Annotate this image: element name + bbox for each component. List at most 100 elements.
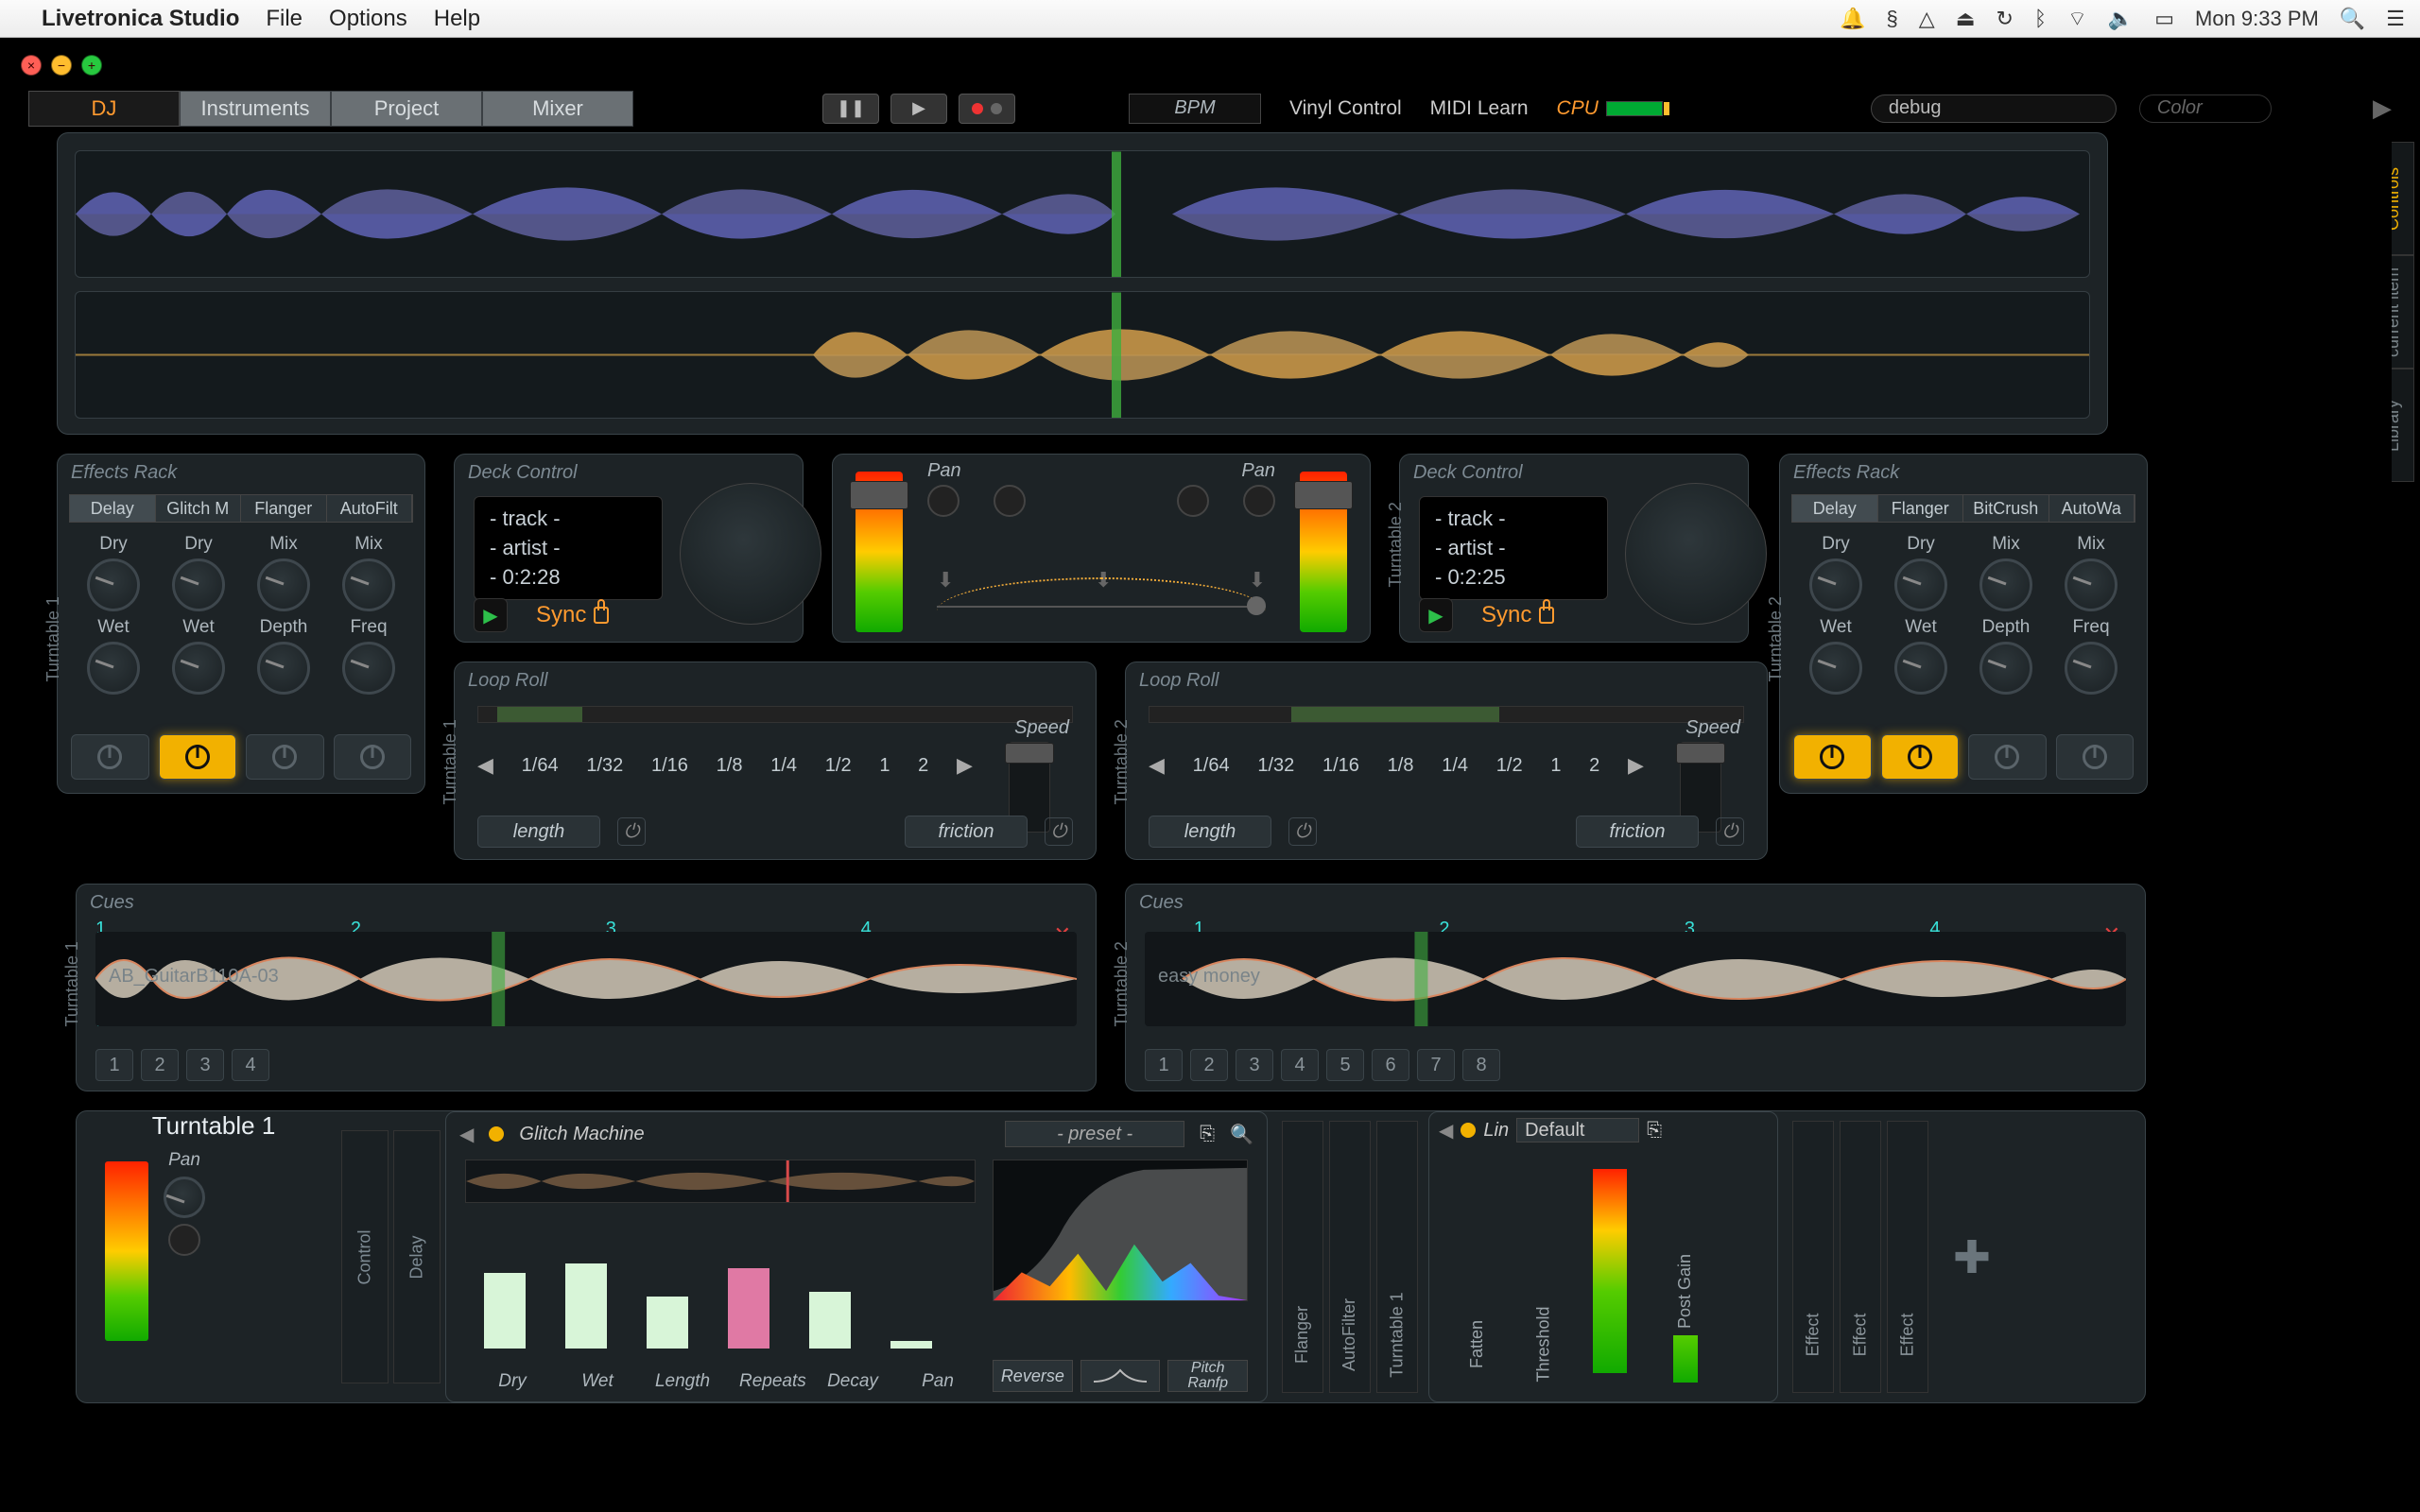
fx2-knob-8[interactable]	[2065, 642, 2118, 695]
loop1-length-power[interactable]: ⏻	[617, 817, 646, 846]
tab-mixer[interactable]: Mixer	[482, 91, 633, 127]
waveform-deck2[interactable]	[75, 291, 2090, 419]
bar-dry[interactable]	[484, 1273, 526, 1349]
bar-pan[interactable]	[890, 1341, 932, 1349]
cue2-btn-8[interactable]: 8	[1462, 1049, 1500, 1081]
midi-learn[interactable]: MIDI Learn	[1430, 97, 1529, 120]
loop1-length-btn[interactable]: length	[477, 816, 600, 848]
fx2-tab-bitcrush[interactable]: BitCrush	[1963, 495, 2049, 522]
cue1-btn-2[interactable]: 2	[141, 1049, 179, 1081]
fx1-power-1[interactable]	[71, 734, 149, 780]
deck2-play[interactable]: ▶	[1419, 598, 1453, 632]
loop-1-8[interactable]: 1/8	[717, 755, 743, 777]
cue2-btn-6[interactable]: 6	[1372, 1049, 1409, 1081]
fx2-knob-4[interactable]	[2065, 558, 2118, 611]
loop-1-4[interactable]: 1/4	[770, 755, 797, 777]
delay-strip[interactable]: Delay	[393, 1130, 441, 1383]
glitch-prev[interactable]: ◀	[459, 1123, 474, 1146]
fx-tab-flanger[interactable]: Flanger	[241, 495, 327, 522]
pan-knob-2[interactable]	[1243, 485, 1275, 517]
loop-1-16[interactable]: 1/16	[651, 755, 688, 777]
cue1-btn-1[interactable]: 1	[95, 1049, 133, 1081]
add-effect-button[interactable]: ✚	[1948, 1234, 1996, 1281]
loop2-length-power[interactable]: ⏻	[1288, 817, 1317, 846]
loop-1-64[interactable]: 1/64	[522, 755, 559, 777]
fx2-knob-1[interactable]	[1809, 558, 1862, 611]
jog-wheel-1[interactable]	[680, 483, 821, 625]
zoom-window[interactable]: +	[81, 55, 102, 76]
airplay-icon[interactable]: ⏏	[1956, 7, 1976, 31]
preset-save-icon[interactable]: ⎘	[1200, 1124, 1215, 1145]
limiter-power-icon[interactable]	[1461, 1123, 1476, 1138]
wifi-icon[interactable]: ⌔	[2067, 6, 2087, 32]
glitch-waveform[interactable]	[465, 1160, 976, 1203]
play-button[interactable]: ▶	[890, 94, 947, 124]
record-button[interactable]	[959, 94, 1015, 124]
fx1-power-2[interactable]	[159, 734, 237, 780]
control-strip[interactable]: Control	[341, 1130, 389, 1383]
glitch-power-icon[interactable]	[489, 1126, 504, 1142]
menu-file[interactable]: File	[266, 6, 302, 32]
tab-dj[interactable]: DJ	[28, 91, 180, 127]
tab-project[interactable]: Project	[331, 91, 482, 127]
knob-dry-2[interactable]	[172, 558, 225, 611]
close-window[interactable]: ×	[21, 55, 42, 76]
loop2-friction-power[interactable]: ⏻	[1716, 817, 1744, 846]
fx2-tab-autowa[interactable]: AutoWa	[2049, 495, 2135, 522]
drive-icon[interactable]: △	[1919, 7, 1935, 31]
pitch-curve[interactable]	[1080, 1360, 1161, 1392]
fx-tab-autofilt[interactable]: AutoFilt	[327, 495, 413, 522]
tt1-pan-knob[interactable]	[164, 1177, 205, 1218]
bpm-display[interactable]: BPM	[1129, 94, 1261, 124]
knob-mix-1[interactable]	[257, 558, 310, 611]
effect-strip-3[interactable]: Effect	[1887, 1121, 1928, 1393]
loop2-friction-btn[interactable]: friction	[1576, 816, 1699, 848]
loop1-friction-power[interactable]: ⏻	[1045, 817, 1073, 846]
cue2-btn-3[interactable]: 3	[1236, 1049, 1273, 1081]
knob-wet-1[interactable]	[87, 642, 140, 695]
timemachine-icon[interactable]: ↻	[1996, 7, 2013, 31]
tab-instruments[interactable]: Instruments	[180, 91, 331, 127]
knob-wet-2[interactable]	[172, 642, 225, 695]
knob-dry-1[interactable]	[87, 558, 140, 611]
cue1-btn-4[interactable]: 4	[232, 1049, 269, 1081]
crossfader[interactable]: ⬇⬇⬇	[937, 568, 1266, 625]
siri-icon[interactable]: §	[1887, 7, 1898, 31]
loop1-friction-btn[interactable]: friction	[905, 816, 1028, 848]
flanger-strip[interactable]: Flanger	[1282, 1121, 1323, 1393]
knob-mix-2[interactable]	[342, 558, 395, 611]
debug-field[interactable]: debug	[1871, 94, 2117, 123]
volume-icon[interactable]: 🔈	[2108, 7, 2134, 31]
loop2-next[interactable]: ▶	[1628, 753, 1644, 778]
bar-length[interactable]	[647, 1297, 688, 1349]
cue2-btn-4[interactable]: 4	[1281, 1049, 1319, 1081]
fx2-tab-delay[interactable]: Delay	[1792, 495, 1878, 522]
deck1-play[interactable]: ▶	[474, 598, 508, 632]
fx2-tab-flanger[interactable]: Flanger	[1878, 495, 1964, 522]
fx2-power-2[interactable]	[1881, 734, 1960, 780]
fx-tab-delay[interactable]: Delay	[70, 495, 156, 522]
pause-button[interactable]: ❚❚	[822, 94, 879, 124]
spotlight-icon[interactable]: 🔍	[2340, 7, 2365, 31]
tt1-mute[interactable]	[168, 1224, 200, 1256]
clock[interactable]: Mon 9:33 PM	[2195, 7, 2319, 31]
reverse-button[interactable]: Reverse	[993, 1360, 1073, 1392]
app-name[interactable]: Livetronica Studio	[42, 6, 239, 32]
turntable1-strip-2[interactable]: Turntable 1	[1376, 1121, 1418, 1393]
cue2-btn-2[interactable]: 2	[1190, 1049, 1228, 1081]
loop1-next[interactable]: ▶	[957, 753, 973, 778]
fx2-knob-7[interactable]	[1979, 642, 2032, 695]
preset-selector[interactable]: - preset -	[1005, 1121, 1184, 1147]
loop1-bar[interactable]	[477, 706, 1073, 723]
fx2-knob-3[interactable]	[1979, 558, 2032, 611]
fx2-power-4[interactable]	[2056, 734, 2135, 780]
loop-2[interactable]: 2	[918, 755, 928, 777]
bar-wet[interactable]	[565, 1263, 607, 1349]
knob-freq[interactable]	[342, 642, 395, 695]
limiter-preset[interactable]: Default	[1516, 1118, 1639, 1143]
loop1-prev[interactable]: ◀	[477, 753, 493, 778]
cue2-btn-1[interactable]: 1	[1145, 1049, 1183, 1081]
deck1-sync[interactable]: Sync	[536, 602, 609, 628]
battery-icon[interactable]: ▭	[2154, 7, 2174, 31]
bar-decay[interactable]	[809, 1292, 851, 1349]
